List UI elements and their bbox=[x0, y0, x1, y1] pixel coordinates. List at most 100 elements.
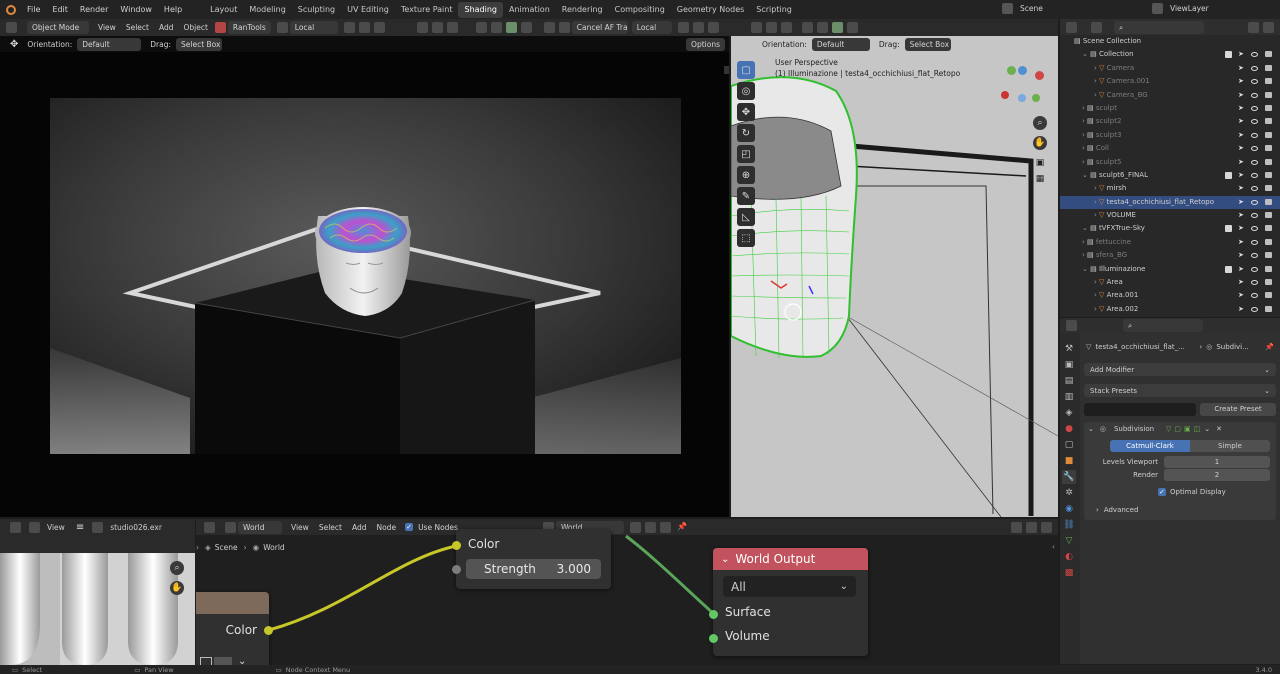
image-dropdown-icon[interactable]: ⌄ bbox=[238, 656, 246, 665]
menu-view[interactable]: View bbox=[93, 23, 121, 32]
right-drag-dropdown[interactable]: Select Box bbox=[904, 37, 951, 51]
outliner-item[interactable]: › ▤ sculpt ➤ bbox=[1060, 102, 1280, 115]
render-camera-icon[interactable] bbox=[1265, 78, 1272, 85]
outliner-root[interactable]: ▤ Scene Collection bbox=[1060, 35, 1280, 48]
editor-type-icon[interactable] bbox=[6, 22, 17, 33]
selectable-icon[interactable]: ➤ bbox=[1238, 292, 1244, 299]
rantools-dropdown[interactable]: RanTools bbox=[227, 21, 271, 34]
outliner-item[interactable]: › ▽ Area.001 ➤ bbox=[1060, 289, 1280, 302]
render-camera-icon[interactable] bbox=[1265, 131, 1272, 138]
editmode-icon[interactable]: ▢ bbox=[1174, 425, 1181, 433]
image-view-menu[interactable]: View bbox=[42, 523, 70, 532]
menu-add[interactable]: Add bbox=[154, 23, 179, 32]
visibility-eye-icon[interactable] bbox=[1251, 79, 1258, 85]
output-tab-icon[interactable]: ▤ bbox=[1062, 374, 1076, 388]
shading-rendered-icon[interactable] bbox=[520, 22, 532, 33]
selectable-icon[interactable]: ➤ bbox=[1238, 225, 1244, 232]
xray-icon[interactable] bbox=[446, 22, 458, 33]
properties-editor-icon[interactable] bbox=[1066, 320, 1077, 331]
selectable-icon[interactable]: ➤ bbox=[1238, 185, 1244, 192]
view-layer-tab-icon[interactable]: ▥ bbox=[1062, 390, 1076, 404]
render-camera-icon[interactable] bbox=[1265, 104, 1272, 111]
selectable-icon[interactable]: ➤ bbox=[1238, 265, 1244, 273]
tab-rendering[interactable]: Rendering bbox=[556, 2, 609, 18]
new-collection-icon[interactable] bbox=[1263, 21, 1274, 33]
surface-input-socket[interactable] bbox=[709, 610, 718, 619]
navigation-gizmo[interactable] bbox=[999, 66, 1049, 116]
render-camera-icon[interactable] bbox=[1265, 51, 1272, 58]
visibility-eye-icon[interactable] bbox=[1251, 239, 1258, 245]
render-levels-field[interactable]: 2 bbox=[1164, 469, 1270, 481]
pause-icon[interactable] bbox=[543, 22, 555, 33]
world-tab-icon[interactable]: ● bbox=[1062, 422, 1076, 436]
render-camera-icon[interactable] bbox=[1265, 198, 1272, 205]
exclude-checkbox[interactable] bbox=[1225, 265, 1232, 273]
create-preset-button[interactable]: Create Preset bbox=[1200, 403, 1276, 416]
selectable-icon[interactable]: ➤ bbox=[1238, 158, 1244, 166]
selectable-icon[interactable]: ➤ bbox=[1238, 104, 1244, 112]
render-camera-icon[interactable] bbox=[1265, 171, 1272, 178]
image-browse-icon-2[interactable] bbox=[200, 656, 212, 665]
outliner-item[interactable]: › ▤ sculpt3 ➤ bbox=[1060, 129, 1280, 142]
visibility-eye-icon[interactable] bbox=[1251, 199, 1258, 205]
strength-field[interactable]: Strength 3.000 bbox=[466, 559, 601, 579]
viewport-toggle-icon[interactable]: ▣ bbox=[1184, 425, 1191, 433]
orientation-dropdown[interactable]: Default bbox=[77, 37, 142, 51]
menu-render[interactable]: Render bbox=[74, 5, 114, 14]
menu-select[interactable]: Select bbox=[121, 23, 154, 32]
particles-tab-icon[interactable]: ✲ bbox=[1062, 486, 1076, 500]
outliner-search-field[interactable]: ⌕ bbox=[1114, 20, 1204, 34]
selectable-icon[interactable]: ➤ bbox=[1238, 118, 1244, 125]
visibility-eye-icon[interactable] bbox=[1251, 92, 1258, 98]
shading-solid-icon[interactable] bbox=[490, 22, 502, 33]
preset-name-field[interactable] bbox=[1084, 403, 1196, 416]
outliner-item[interactable]: › ▤ fettuccine ➤ bbox=[1060, 236, 1280, 249]
optimal-display-checkbox[interactable]: ✓ bbox=[1158, 488, 1166, 496]
gizmos-right-icon[interactable] bbox=[765, 22, 777, 33]
tool-tab-icon[interactable]: ⚒ bbox=[1062, 342, 1076, 356]
render-camera-icon[interactable] bbox=[1265, 252, 1272, 259]
selectable-icon[interactable]: ➤ bbox=[1238, 171, 1244, 179]
render-camera-icon[interactable] bbox=[1265, 118, 1272, 125]
outliner-item[interactable]: ⌄ ▤ Illuminazione ➤ bbox=[1060, 263, 1280, 276]
image-browse-icon[interactable] bbox=[92, 521, 104, 533]
xray-toggle-icon[interactable] bbox=[707, 22, 719, 33]
visibility-eye-icon[interactable] bbox=[1251, 52, 1258, 58]
menu-file[interactable]: File bbox=[21, 5, 46, 14]
outliner-item[interactable]: › ▽ mirsh ➤ bbox=[1060, 182, 1280, 195]
simple-tab[interactable]: Simple bbox=[1190, 440, 1270, 452]
texture-tab-icon[interactable]: ▩ bbox=[1062, 566, 1076, 580]
selectable-icon[interactable]: ➤ bbox=[1238, 91, 1244, 99]
link-icon[interactable] bbox=[677, 22, 689, 33]
tab-compositing[interactable]: Compositing bbox=[609, 2, 671, 18]
modifier-name[interactable]: Subdivision bbox=[1114, 425, 1166, 433]
node-editor[interactable]: World View Select Add Node ✓ Use Nodes W… bbox=[196, 519, 1058, 665]
shading-wire-icon[interactable] bbox=[475, 22, 487, 33]
outliner-display-mode-icon[interactable] bbox=[1091, 21, 1102, 33]
physics-tab-icon[interactable]: ◉ bbox=[1062, 502, 1076, 516]
selectable-icon[interactable]: ➤ bbox=[1238, 305, 1244, 313]
add-modifier-dropdown[interactable]: Add Modifier ⌄ bbox=[1084, 363, 1276, 376]
expand-arrow-icon[interactable]: ⌄ bbox=[1082, 224, 1090, 232]
zoom-icon[interactable]: ⌕ bbox=[1033, 116, 1047, 130]
gizmo-z-icon[interactable] bbox=[1018, 66, 1027, 75]
selectable-icon[interactable]: ➤ bbox=[1238, 212, 1244, 219]
tab-geometry-nodes[interactable]: Geometry Nodes bbox=[671, 2, 750, 18]
material-icon[interactable] bbox=[214, 22, 226, 33]
outliner-item[interactable]: › ▽ Area ➤ bbox=[1060, 276, 1280, 289]
scene-selector[interactable]: Scene bbox=[1000, 3, 1115, 14]
node-sidebar-toggle-icon[interactable]: ‹ bbox=[1052, 543, 1058, 553]
catmull-clark-tab[interactable]: Catmull-Clark bbox=[1110, 440, 1190, 452]
local-dropdown[interactable]: Local bbox=[631, 21, 672, 34]
grid-icon[interactable]: ▦ bbox=[1033, 172, 1047, 186]
expand-arrow-icon[interactable]: ⌄ bbox=[1082, 50, 1090, 58]
visibility-eye-icon[interactable] bbox=[1251, 146, 1258, 152]
visibility-eye-icon[interactable] bbox=[1251, 119, 1258, 125]
camera-icon[interactable]: ▣ bbox=[1033, 156, 1047, 170]
mode-dropdown[interactable]: Object Mode bbox=[27, 21, 89, 34]
exclude-checkbox[interactable] bbox=[1225, 51, 1232, 59]
right-orientation-dropdown[interactable]: Default bbox=[811, 37, 870, 51]
image-mode-icon[interactable] bbox=[29, 521, 40, 533]
expand-arrow-icon[interactable]: ⌄ bbox=[1082, 265, 1090, 273]
object-tab-icon[interactable]: ■ bbox=[1062, 454, 1076, 468]
